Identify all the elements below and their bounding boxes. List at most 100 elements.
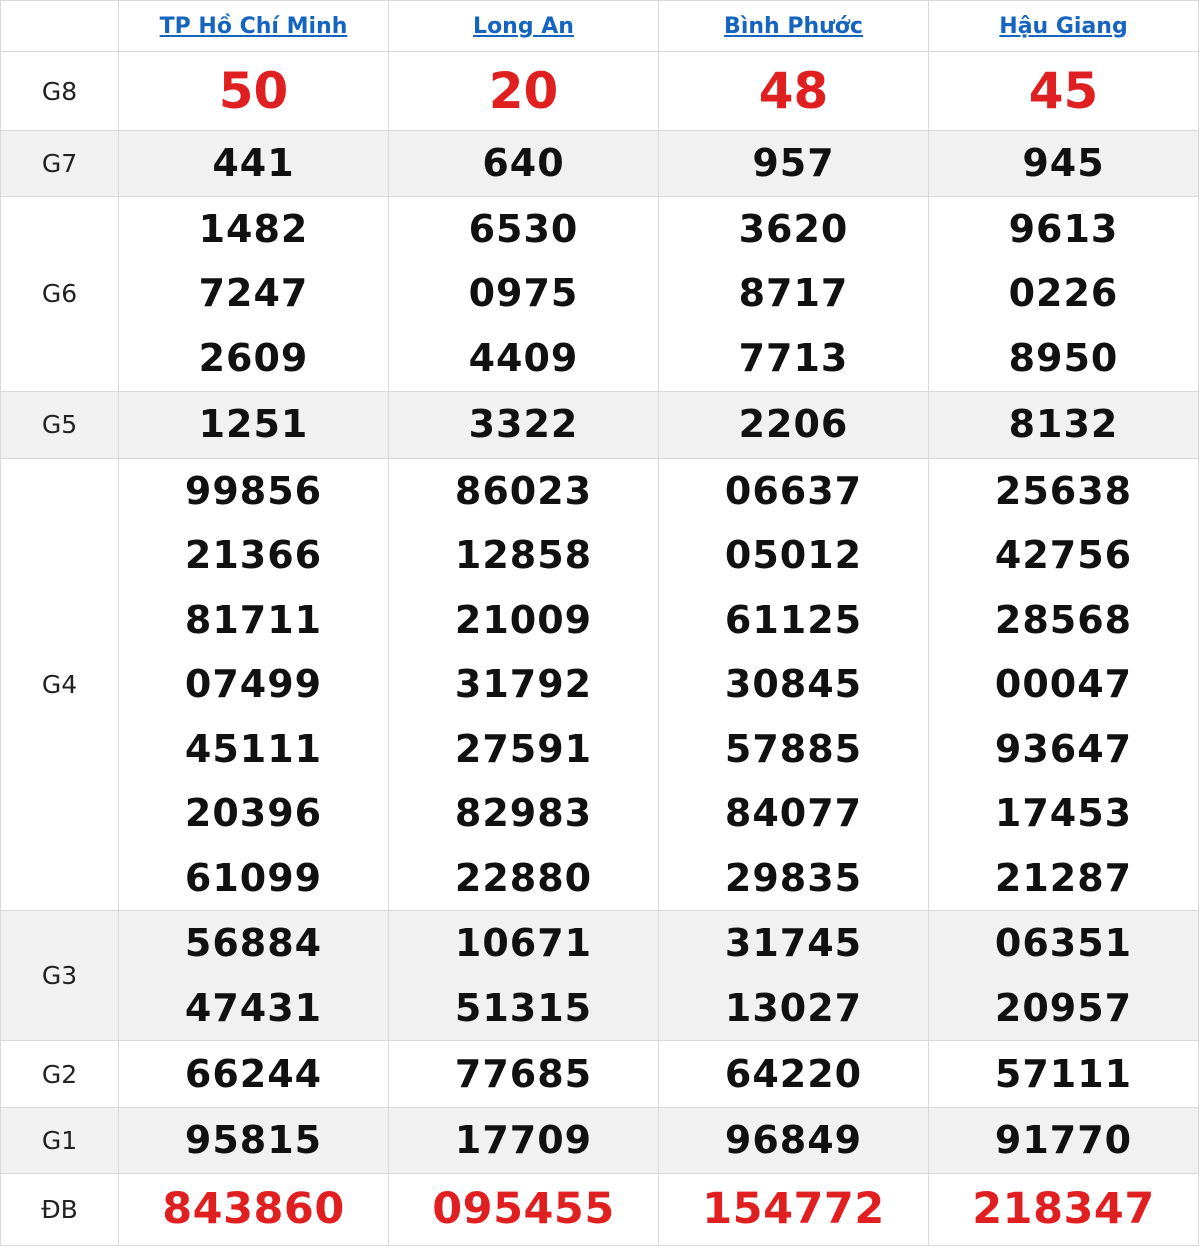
special-prize-number: 218347 (972, 1184, 1155, 1235)
result-cell: 17709 (388, 1107, 659, 1174)
prize-number: 57111 (994, 1051, 1133, 1096)
result-cell: 154772 (658, 1173, 929, 1246)
prize-number: 0975 (468, 271, 579, 316)
prize-number: 2206 (738, 402, 849, 447)
prize-label-g6: G6 (0, 195, 119, 392)
province-link-tp-ho-chi-minh[interactable]: TP Hồ Chí Minh (160, 14, 348, 39)
result-cell: 99856 21366 81711 07499 45111 20396 61099 (118, 457, 389, 911)
province-header-cell: TP Hồ Chí Minh (118, 0, 389, 52)
result-cell: 20 (388, 51, 659, 131)
prize-number: 13027 (724, 985, 863, 1030)
prize-number: 42756 (994, 533, 1133, 577)
prize-number: 640 (482, 141, 565, 185)
prize-number: 20 (488, 62, 559, 120)
result-cell: 957 (658, 130, 929, 197)
prize-number: 30845 (724, 662, 863, 706)
prize-row-g4: G4 99856 21366 81711 07499 45111 20396 61099 86… (0, 457, 1199, 911)
prize-number: 45 (1028, 62, 1099, 120)
prize-number: 957 (752, 141, 835, 185)
prize-label-g4: G4 (0, 457, 119, 911)
prize-number: 7247 (198, 271, 309, 316)
result-cell: 77685 (388, 1040, 659, 1108)
prize-number: 17453 (994, 791, 1133, 835)
prize-number: 61099 (184, 855, 323, 900)
prize-number: 56884 (184, 921, 323, 965)
special-prize-number: 154772 (702, 1184, 885, 1235)
result-cell: 86023 12858 21009 31792 27591 82983 22880 (388, 457, 659, 911)
result-cell: 96849 (658, 1107, 929, 1174)
result-cell: 6530 0975 4409 (388, 195, 659, 392)
prize-number: 05012 (724, 533, 863, 577)
result-cell: 843860 (118, 1173, 389, 1246)
prize-number: 6530 (468, 206, 579, 251)
prize-row-g2: G2 66244 77685 64220 57111 (0, 1040, 1199, 1108)
prize-number: 25638 (994, 468, 1133, 513)
result-cell: 64220 (658, 1040, 929, 1108)
prize-number: 21009 (454, 597, 593, 642)
result-cell: 945 (928, 130, 1199, 197)
prize-row-g5: G5 1251 3322 2206 8132 (0, 390, 1199, 459)
result-cell: 50 (118, 51, 389, 131)
result-cell: 56884 47431 (118, 910, 389, 1041)
prize-number: 81711 (184, 597, 323, 642)
result-cell: 48 (658, 51, 929, 131)
prize-number: 57885 (724, 726, 863, 771)
prize-number: 95815 (184, 1118, 323, 1163)
prize-number: 99856 (184, 468, 323, 513)
prize-row-g6: G6 1482 7247 2609 6530 0975 4409 3620 8717 7713 9… (0, 195, 1199, 392)
province-link-long-an[interactable]: Long An (473, 14, 574, 39)
result-cell: 9613 0226 8950 (928, 195, 1199, 392)
result-cell: 66244 (118, 1040, 389, 1108)
prize-number: 9613 (1008, 206, 1119, 251)
prize-number: 84077 (724, 791, 863, 835)
prize-number: 31792 (454, 662, 593, 706)
prize-row-g8: G8 50 20 48 45 (0, 51, 1199, 131)
result-cell: 06351 20957 (928, 910, 1199, 1041)
prize-number: 93647 (994, 726, 1133, 771)
province-link-hau-giang[interactable]: Hậu Giang (999, 14, 1127, 39)
prize-number: 20396 (184, 791, 323, 835)
prize-number: 66244 (184, 1051, 323, 1096)
result-cell: 1482 7247 2609 (118, 195, 389, 392)
result-cell: 10671 51315 (388, 910, 659, 1041)
prize-number: 20957 (994, 985, 1133, 1030)
result-cell: 91770 (928, 1107, 1199, 1174)
prize-number: 06351 (994, 921, 1133, 965)
prize-number: 3620 (738, 206, 849, 251)
province-header-cell: Long An (388, 0, 659, 52)
prize-number: 2609 (198, 335, 309, 380)
prize-number: 1251 (198, 402, 309, 447)
prize-row-special: ĐB 843860 095455 154772 218347 (0, 1173, 1199, 1246)
prize-number: 00047 (994, 662, 1133, 706)
prize-number: 8950 (1008, 335, 1119, 380)
prize-number: 7713 (738, 335, 849, 380)
prize-number: 8132 (1008, 402, 1119, 447)
result-cell: 06637 05012 61125 30845 57885 84077 29835 (658, 457, 929, 911)
header-corner-cell (0, 0, 119, 52)
prize-number: 3322 (468, 402, 579, 447)
prize-number: 47431 (184, 985, 323, 1030)
prize-number: 945 (1022, 141, 1105, 185)
prize-label-g2: G2 (0, 1040, 119, 1108)
prize-row-g3: G3 56884 47431 10671 51315 31745 13027 06351 20… (0, 910, 1199, 1041)
result-cell: 640 (388, 130, 659, 197)
province-link-binh-phuoc[interactable]: Bình Phước (724, 14, 863, 39)
lottery-results-table: TP Hồ Chí Minh Long An Bình Phước Hậu Gi… (0, 0, 1199, 1246)
prize-number: 86023 (454, 468, 593, 513)
prize-number: 77685 (454, 1051, 593, 1096)
result-cell: 95815 (118, 1107, 389, 1174)
prize-number: 45111 (184, 726, 323, 771)
prize-number: 48 (758, 62, 829, 120)
special-prize-number: 095455 (432, 1184, 615, 1235)
prize-number: 27591 (454, 726, 593, 771)
result-cell: 218347 (928, 1173, 1199, 1246)
province-header-cell: Hậu Giang (928, 0, 1199, 52)
prize-label-special: ĐB (0, 1173, 119, 1246)
result-cell: 1251 (118, 390, 389, 459)
prize-number: 28568 (994, 597, 1133, 642)
prize-number: 29835 (724, 855, 863, 900)
prize-row-g1: G1 95815 17709 96849 91770 (0, 1107, 1199, 1174)
prize-number: 441 (212, 141, 295, 185)
province-header-row: TP Hồ Chí Minh Long An Bình Phước Hậu Gi… (0, 0, 1199, 52)
result-cell: 3620 8717 7713 (658, 195, 929, 392)
